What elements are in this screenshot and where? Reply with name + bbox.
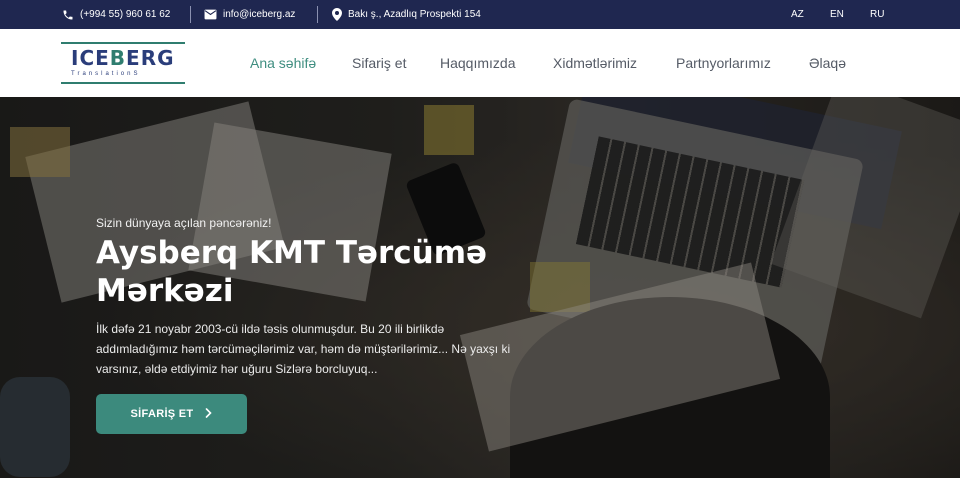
hero-description: İlk dəfə 21 noyabr 2003-cü ildə təsis ol… [96,322,511,376]
address-contact: Bakı ş., Azadlıq Prospekti 154 [332,0,481,29]
order-button[interactable]: SİFARİŞ ET [96,394,247,434]
nav-home[interactable]: Ana səhifə [250,29,316,97]
phone-contact[interactable]: (+994 55) 960 61 62 [62,0,170,29]
location-pin-icon [332,8,342,21]
divider [317,6,318,23]
phone-number: (+994 55) 960 61 62 [80,9,171,20]
lang-ru[interactable]: RU [870,0,884,29]
nav-contact[interactable]: Əlaqə [809,29,846,97]
lang-az[interactable]: AZ [791,0,804,29]
nav-partners[interactable]: Partnyorlarımız [676,29,771,97]
email-contact[interactable]: info@iceberg.az [204,0,295,29]
iceberg-logo[interactable]: ICEBERG TranslationS [61,42,185,84]
order-button-label: SİFARİŞ ET [130,408,194,420]
hero-tagline: Sizin dünyaya açılan pəncərəniz! [96,216,272,230]
hero-title: Aysberq KMT Tərcümə Mərkəzi [96,235,488,309]
chevron-right-icon [205,407,213,421]
logo-bottom-line [61,82,185,84]
logo-subtitle: TranslationS [71,71,141,77]
nav-order[interactable]: Sifariş et [352,29,406,97]
nav-about[interactable]: Haqqımızda [440,29,515,97]
phone-icon [62,9,74,21]
logo-top-line [61,42,185,44]
divider [190,6,191,23]
nav-services[interactable]: Xidmətlərimiz [553,29,637,97]
address-text: Bakı ş., Azadlıq Prospekti 154 [348,9,481,20]
lang-en[interactable]: EN [830,0,844,29]
top-bar: (+994 55) 960 61 62 info@iceberg.az Bakı… [0,0,960,29]
mail-icon [204,9,217,20]
logo-wordmark: ICEBERG [71,46,175,70]
email-address: info@iceberg.az [223,9,296,20]
main-navigation: ICEBERG TranslationS Ana səhifə Sifariş … [0,29,960,97]
